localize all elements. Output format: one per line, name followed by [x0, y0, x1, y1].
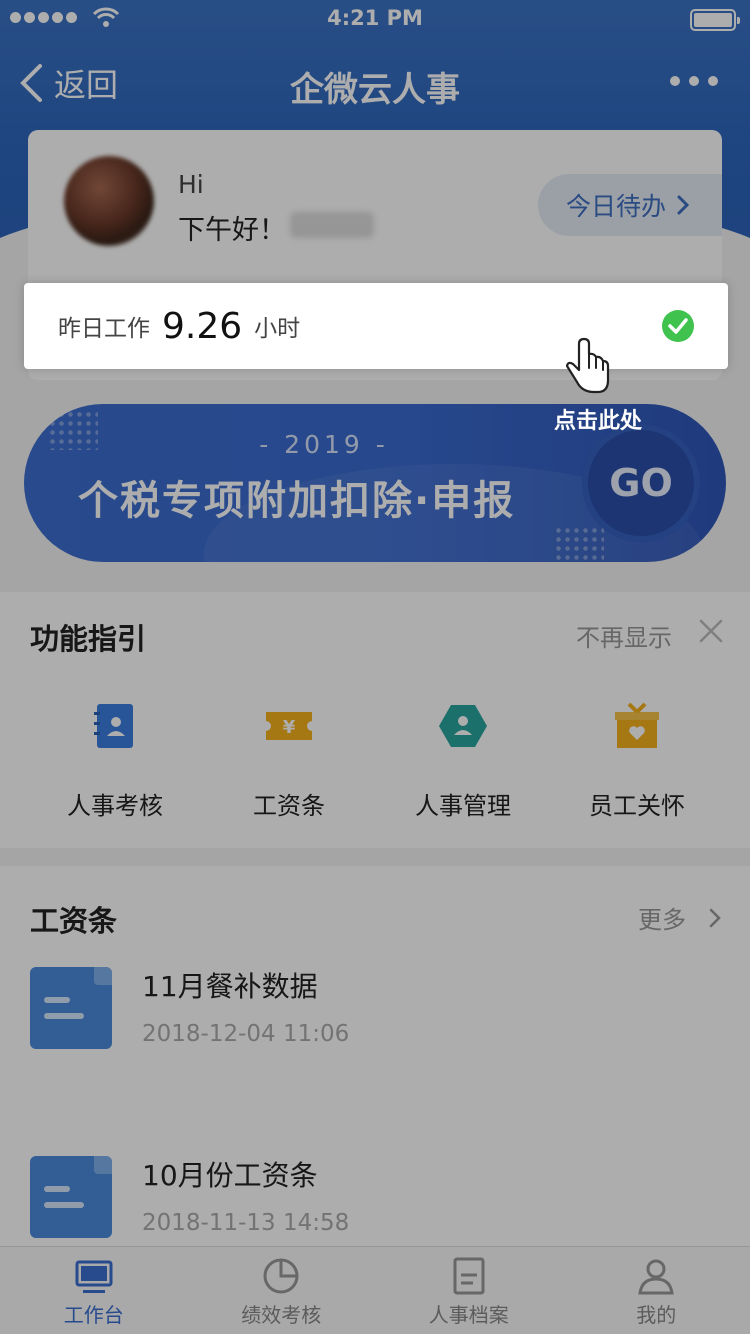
tab-workbench[interactable]: 工作台	[0, 1247, 188, 1334]
salary-slip-section: 工资条 更多 11月餐补数据 2018-12-04 11:06 10月份工资条 …	[0, 866, 750, 1246]
salary-ticket-icon: ¥	[266, 712, 312, 740]
person-icon	[638, 1259, 674, 1295]
salary-item-name: 10月份工资条	[142, 1159, 318, 1192]
svg-text:¥: ¥	[283, 717, 296, 738]
document-icon	[30, 1156, 112, 1238]
today-todo-button[interactable]: 今日待办	[538, 174, 722, 236]
work-label: 昨日工作	[58, 316, 150, 342]
pie-chart-icon	[263, 1258, 299, 1294]
salary-title: 工资条	[30, 904, 118, 938]
greeting-hi: Hi	[178, 170, 204, 199]
monitor-icon	[75, 1260, 113, 1293]
more-button[interactable]: 更多	[638, 900, 722, 935]
tab-label: 绩效考核	[241, 1303, 322, 1327]
tab-bar: 工作台 绩效考核 人事档案 我的	[0, 1246, 750, 1334]
salary-item-name: 11月餐补数据	[142, 970, 318, 1003]
tab-label: 人事档案	[428, 1303, 509, 1327]
tab-mine[interactable]: 我的	[563, 1247, 750, 1334]
app-screen: 4:21 PM 返回 企微云人事 Hi 下午好！ 今日待办 - 2019 - 个…	[0, 0, 750, 1334]
page-title: 企微云人事	[290, 70, 460, 110]
status-bar: 4:21 PM	[0, 0, 750, 40]
battery-icon	[690, 9, 740, 31]
dots-decoration	[554, 526, 604, 562]
guide-item-employee-care[interactable]: 员工关怀	[550, 700, 724, 821]
list-item[interactable]: 11月餐补数据 2018-12-04 11:06	[30, 967, 730, 1049]
today-todo-label: 今日待办	[566, 192, 667, 221]
user-name-blurred	[290, 212, 374, 238]
chevron-right-icon	[677, 195, 690, 215]
status-time: 4:21 PM	[327, 6, 423, 30]
gift-care-icon	[615, 702, 659, 748]
document-icon	[30, 967, 112, 1049]
guide-item-hr-management[interactable]: 人事管理	[376, 700, 550, 821]
more-options-icon[interactable]	[670, 76, 718, 86]
list-item[interactable]: 10月份工资条 2018-11-13 14:58	[30, 1156, 730, 1238]
tab-label: 工作台	[63, 1303, 124, 1327]
chevron-right-icon	[709, 908, 721, 927]
salary-item-date: 2018-11-13 14:58	[142, 1210, 350, 1236]
guide-items: 人事考核 ¥ 工资条 人事管理 员工关怀	[0, 700, 750, 821]
work-hours-value: 9.26	[162, 305, 243, 347]
yesterday-work-row[interactable]: 昨日工作 9.26 小时	[24, 283, 728, 369]
tax-banner-title: 个税专项附加扣除·申报	[78, 478, 516, 524]
guide-title: 功能指引	[30, 622, 147, 656]
check-circle-icon	[662, 310, 694, 342]
function-guide-section: 功能指引 不再显示 人事考核 ¥ 工资条 人事管理 员工关怀	[0, 592, 750, 848]
tab-performance[interactable]: 绩效考核	[188, 1247, 376, 1334]
pointer-hand-icon	[565, 333, 610, 394]
guide-item-label: 人事考核	[67, 792, 163, 820]
greeting-text: 下午好！	[178, 215, 286, 246]
appraisal-book-icon	[94, 704, 133, 748]
hr-management-hexagon-icon	[439, 705, 487, 747]
tab-hr-records[interactable]: 人事档案	[375, 1247, 563, 1334]
document-icon	[453, 1257, 485, 1295]
guide-item-label: 员工关怀	[589, 792, 685, 820]
click-here-hint: 点击此处	[554, 409, 643, 434]
guide-item-salary[interactable]: ¥ 工资条	[202, 700, 376, 821]
dont-show-again-button[interactable]: 不再显示	[576, 618, 672, 653]
guide-item-label: 人事管理	[415, 792, 511, 820]
tab-label: 我的	[636, 1303, 677, 1327]
work-unit: 小时	[254, 316, 301, 342]
tax-banner-year: - 2019 -	[259, 430, 389, 459]
guide-item-appraisal[interactable]: 人事考核	[28, 700, 202, 821]
avatar[interactable]	[64, 156, 154, 246]
guide-item-label: 工资条	[253, 792, 325, 820]
more-label: 更多	[638, 906, 686, 934]
nav-bar: 返回 企微云人事	[0, 40, 750, 128]
go-button[interactable]: GO	[582, 424, 700, 542]
close-icon[interactable]	[698, 618, 724, 644]
salary-item-date: 2018-12-04 11:06	[142, 1021, 350, 1047]
